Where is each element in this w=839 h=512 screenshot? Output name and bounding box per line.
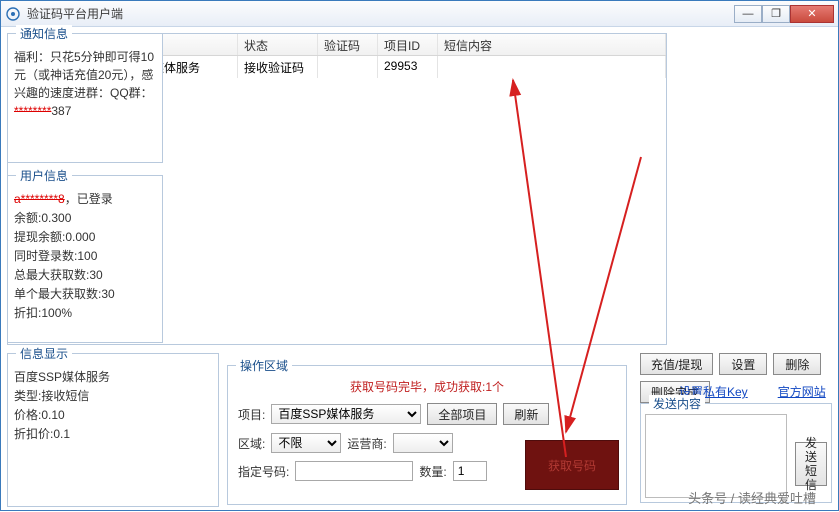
info-project: 百度SSP媒体服务	[14, 370, 110, 384]
user-login: ，已登录	[65, 192, 113, 206]
app-icon	[5, 6, 21, 22]
carrier-label: 运营商:	[347, 435, 386, 452]
user-id: a********8	[14, 192, 65, 206]
project-label: 项目:	[238, 406, 265, 423]
concurrent-value: 100	[77, 249, 97, 263]
operation-title: 操作区域	[236, 357, 292, 374]
notice-masked: ********	[14, 104, 51, 118]
info-disc: 0.1	[53, 427, 70, 441]
balance-value: 0.300	[41, 211, 71, 225]
close-button[interactable]: ✕	[790, 5, 834, 23]
qty-input[interactable]	[453, 461, 487, 481]
titlebar: 验证码平台用户端 — ❐ ✕	[1, 1, 838, 27]
send-title: 发送内容	[649, 395, 705, 412]
notice-text: 福利：只花5分钟即可得10元（或神话充值20元），感兴趣的速度进群：QQ群：	[14, 50, 154, 100]
all-projects-button[interactable]: 全部项目	[427, 403, 497, 425]
send-sms-button[interactable]: 发送短信	[795, 442, 827, 486]
recharge-button[interactable]: 充值/提现	[640, 353, 713, 375]
maximize-button[interactable]: ❐	[762, 5, 790, 23]
singlemax-value: 30	[101, 287, 114, 301]
th-projid[interactable]: 项目ID	[378, 34, 438, 55]
th-code[interactable]: 验证码	[318, 34, 378, 55]
discount-label: 折扣:	[14, 306, 41, 320]
infodisp-panel: 信息显示 百度SSP媒体服务 类型:接收短信 价格:0.10 折扣价:0.1	[7, 353, 219, 507]
notice-panel: 通知信息 福利：只花5分钟即可得10元（或神话充值20元），感兴趣的速度进群：Q…	[7, 33, 163, 163]
project-select[interactable]: 百度SSP媒体服务	[271, 404, 421, 424]
watermark: 头条号 / 读经典爱吐槽	[688, 488, 816, 507]
singlemax-label: 单个最大获取数:	[14, 287, 101, 301]
userinfo-panel: 用户信息 a********8，已登录 余额:0.300 提现余额:0.000 …	[7, 175, 163, 343]
notice-suffix: 387	[51, 104, 71, 118]
maxget-label: 总最大获取数:	[14, 268, 89, 282]
specify-label: 指定号码:	[238, 463, 289, 480]
info-disc-label: 折扣价:	[14, 427, 53, 441]
userinfo-title: 用户信息	[16, 167, 72, 186]
withdraw-label: 提现余额:	[14, 230, 65, 244]
delete-button[interactable]: 删除	[773, 353, 821, 375]
balance-label: 余额:	[14, 211, 41, 225]
discount-value: 100%	[41, 306, 72, 320]
cell-content	[438, 56, 666, 78]
operation-panel: 操作区域 获取号码完毕，成功获取:1个 项目: 百度SSP媒体服务 全部项目 刷…	[227, 365, 627, 505]
region-label: 区域:	[238, 435, 265, 452]
official-site-link[interactable]: 官方网站	[778, 383, 826, 400]
minimize-button[interactable]: —	[734, 5, 762, 23]
th-content[interactable]: 短信内容	[438, 34, 666, 55]
info-type-label: 类型:	[14, 389, 41, 403]
cell-code	[318, 56, 378, 78]
info-price: 0.10	[41, 408, 64, 422]
get-number-button[interactable]: 获取号码	[525, 440, 619, 490]
send-textarea[interactable]	[645, 414, 787, 498]
cell-projid: 29953	[378, 56, 438, 78]
info-type: 接收短信	[41, 389, 89, 403]
maxget-value: 30	[89, 268, 102, 282]
infodisp-title: 信息显示	[16, 345, 72, 364]
status-text: 获取号码完毕，成功获取:1个	[228, 378, 626, 395]
info-price-label: 价格:	[14, 408, 41, 422]
carrier-select[interactable]	[393, 433, 453, 453]
region-select[interactable]: 不限	[271, 433, 341, 453]
refresh-button[interactable]: 刷新	[503, 403, 549, 425]
window-title: 验证码平台用户端	[27, 5, 734, 22]
qty-label: 数量:	[419, 463, 446, 480]
specify-input[interactable]	[295, 461, 413, 481]
th-status[interactable]: 状态	[238, 34, 318, 55]
cell-status: 接收验证码	[238, 56, 318, 78]
settings-button[interactable]: 设置	[719, 353, 767, 375]
withdraw-value: 0.000	[65, 230, 95, 244]
notice-title: 通知信息	[16, 25, 72, 43]
concurrent-label: 同时登录数:	[14, 249, 77, 263]
